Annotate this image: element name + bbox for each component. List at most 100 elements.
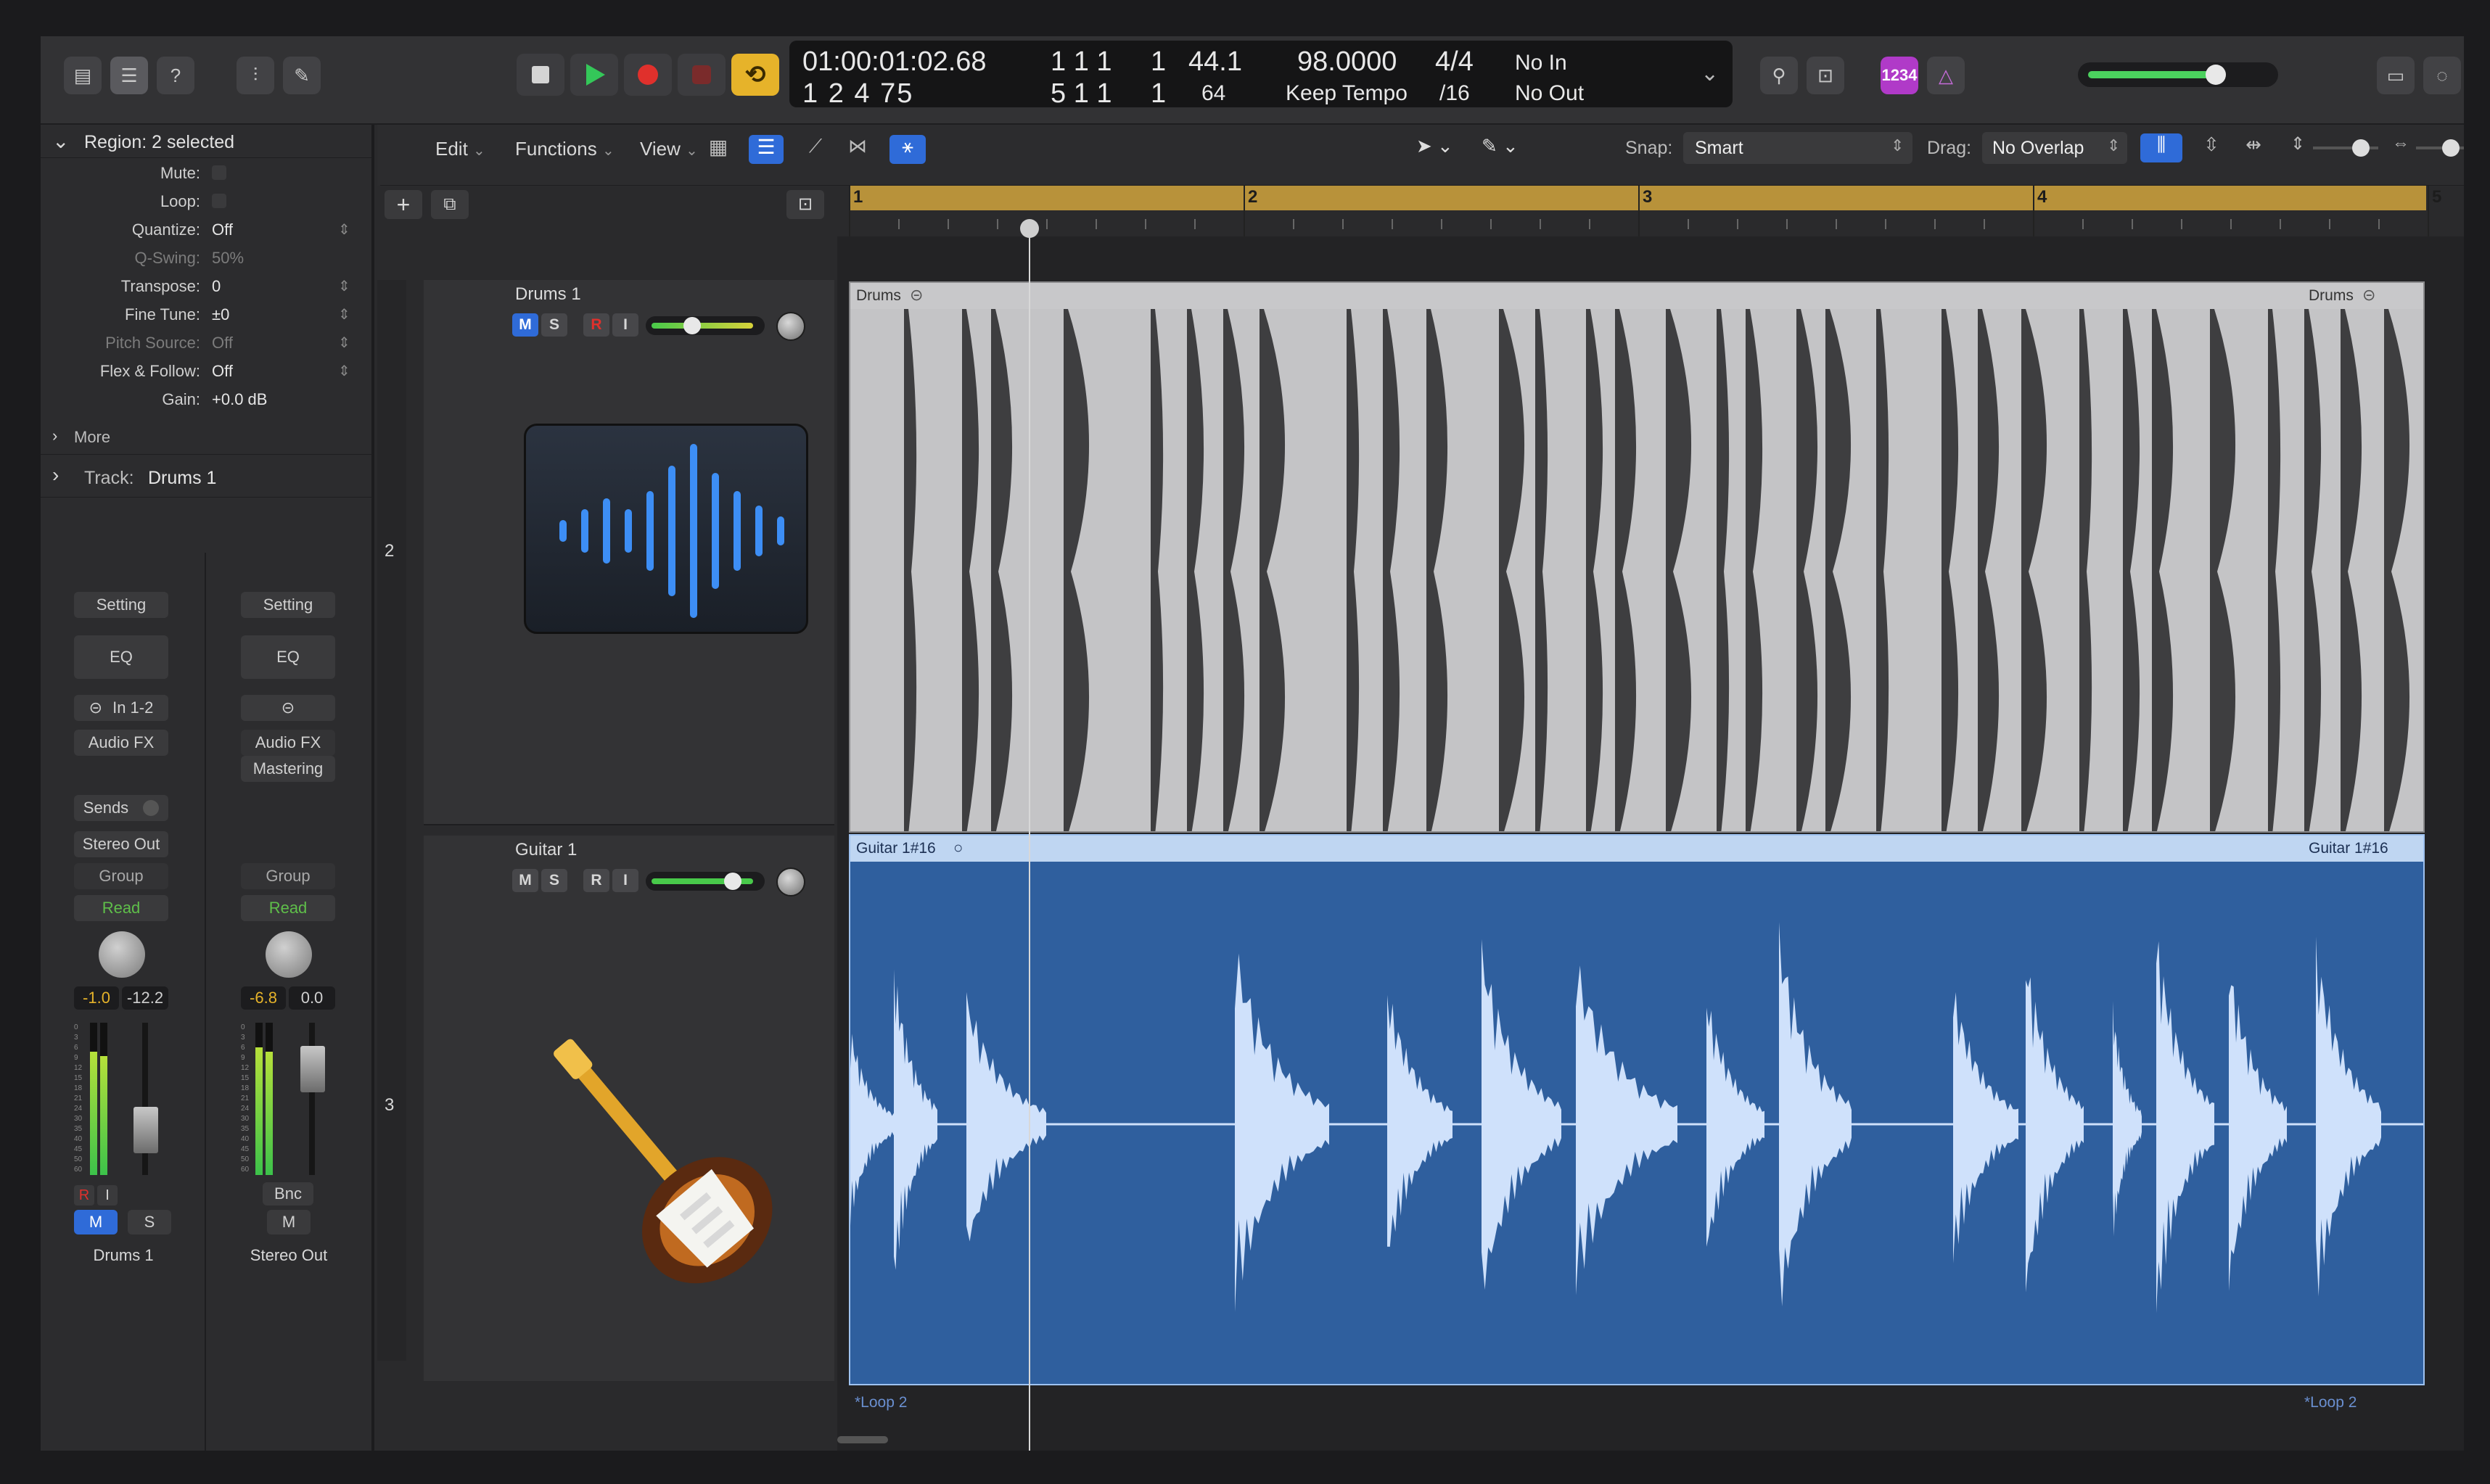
- output-slot[interactable]: Stereo Out: [74, 831, 168, 857]
- mute-button[interactable]: M: [74, 1210, 118, 1234]
- checkbox[interactable]: [212, 194, 226, 208]
- track-volume-slider[interactable]: [646, 316, 765, 335]
- track-name[interactable]: Guitar 1: [515, 840, 577, 860]
- catch-icon[interactable]: ⚹: [889, 135, 926, 164]
- track-header[interactable]: › Track: Drums 1: [41, 454, 371, 498]
- inspector-param-value[interactable]: Off: [212, 220, 233, 239]
- playhead-handle[interactable]: [1020, 219, 1039, 238]
- track-solo-button[interactable]: S: [541, 313, 567, 337]
- track-name[interactable]: Drums 1: [515, 284, 581, 305]
- bounce-button[interactable]: Bnc: [263, 1182, 313, 1205]
- checkbox[interactable]: [212, 165, 226, 180]
- inspector-param-value[interactable]: ±0: [212, 305, 229, 324]
- updown-icon[interactable]: ⇕: [338, 305, 350, 323]
- track-header-drums[interactable]: Drums 1 M S R I: [424, 280, 834, 825]
- record-enable-button[interactable]: R: [74, 1185, 94, 1205]
- pan-knob[interactable]: [99, 931, 145, 978]
- flex-icon[interactable]: ⋈: [842, 135, 874, 164]
- track-volume-slider[interactable]: [646, 872, 765, 891]
- list-view-icon[interactable]: ☰: [749, 135, 784, 164]
- track-pan-knob[interactable]: [776, 312, 805, 341]
- grid-view-icon[interactable]: ▦: [702, 135, 734, 164]
- notes-icon[interactable]: ▭: [2377, 57, 2415, 94]
- drag-dropdown[interactable]: No Overlap ⇕: [1982, 132, 2127, 164]
- vertical-zoom-slider[interactable]: [2313, 139, 2378, 157]
- automation-mode[interactable]: Read: [241, 895, 335, 921]
- global-tracks-icon[interactable]: ⊡: [786, 190, 824, 219]
- eq-button[interactable]: EQ: [241, 635, 335, 679]
- inspector-param-value[interactable]: 0: [212, 277, 221, 296]
- horizontal-fit-icon[interactable]: ⇹: [2238, 133, 2269, 162]
- volume-fader[interactable]: [300, 1046, 325, 1092]
- mixer-icon[interactable]: ⫶: [237, 57, 274, 94]
- chevron-right-icon[interactable]: ›: [52, 463, 59, 487]
- solo-button[interactable]: S: [128, 1210, 171, 1234]
- region-header[interactable]: ⌄ Region: 2 selected: [41, 125, 371, 158]
- pointer-tool-icon[interactable]: ➤ ⌄: [1416, 135, 1463, 164]
- drums-region[interactable]: Drums ⊝ Drums ⊝: [849, 281, 2425, 833]
- add-track-icon[interactable]: +: [385, 190, 422, 219]
- tuner-icon[interactable]: ⚲: [1760, 57, 1798, 94]
- master-volume-slider[interactable]: [2078, 62, 2278, 87]
- sends-slot[interactable]: Sends: [74, 795, 168, 821]
- play-button[interactable]: [570, 54, 618, 96]
- quick-help-icon[interactable]: ?: [157, 57, 194, 94]
- track-input-monitor-button[interactable]: I: [612, 869, 638, 892]
- horizontal-zoom-slider[interactable]: [2416, 139, 2464, 157]
- updown-icon[interactable]: ⇕: [338, 334, 350, 352]
- mute-button[interactable]: M: [267, 1210, 311, 1234]
- lcd-chevron-down-icon[interactable]: ⌄: [1701, 61, 1719, 86]
- inspector-toggle-icon[interactable]: ☰: [110, 57, 148, 94]
- input-slot[interactable]: ⊝ In 1-2: [74, 695, 168, 721]
- setting-button[interactable]: Setting: [241, 592, 335, 618]
- group-slot[interactable]: Group: [74, 863, 168, 889]
- waveform-zoom-icon[interactable]: ⫼: [2140, 133, 2182, 162]
- browser-icon[interactable]: ◌: [2423, 57, 2461, 94]
- track-record-button[interactable]: R: [583, 313, 609, 337]
- inspector-param-value[interactable]: +0.0 dB: [212, 390, 267, 409]
- loop-marker-left[interactable]: *Loop 2: [855, 1394, 907, 1411]
- chevron-right-icon[interactable]: ›: [52, 426, 57, 445]
- track-header-guitar[interactable]: Guitar 1 M S R I: [424, 836, 834, 1381]
- automation-mode[interactable]: Read: [74, 895, 168, 921]
- library-icon[interactable]: ▤: [64, 57, 102, 94]
- audio-fx-slot[interactable]: Audio FX: [74, 730, 168, 756]
- eq-button[interactable]: EQ: [74, 635, 168, 679]
- editors-icon[interactable]: ✎: [283, 57, 321, 94]
- updown-icon[interactable]: ⇕: [338, 220, 350, 239]
- view-menu[interactable]: View ⌄: [640, 138, 698, 160]
- guitar-region[interactable]: Guitar 1#16 ○ Guitar 1#16: [849, 834, 2425, 1385]
- loop-marker-right[interactable]: *Loop 2: [2304, 1394, 2357, 1411]
- updown-icon[interactable]: ⇕: [338, 277, 350, 295]
- track-mute-button[interactable]: M: [512, 313, 538, 337]
- group-slot[interactable]: Group: [241, 863, 335, 889]
- solo-icon[interactable]: ⊡: [1807, 57, 1844, 94]
- snap-dropdown[interactable]: Smart ⇕: [1683, 132, 1912, 164]
- audio-fx-slot[interactable]: Audio FX: [241, 730, 335, 756]
- track-solo-button[interactable]: S: [541, 869, 567, 892]
- edit-menu[interactable]: Edit ⌄: [435, 138, 485, 160]
- setting-button[interactable]: Setting: [74, 592, 168, 618]
- track-mute-button[interactable]: M: [512, 869, 538, 892]
- volume-fader[interactable]: [133, 1107, 158, 1153]
- metronome-icon[interactable]: △: [1927, 57, 1965, 94]
- playhead[interactable]: [1029, 234, 1030, 1451]
- more-row[interactable]: › More: [41, 422, 371, 451]
- inspector-param-value[interactable]: Off: [212, 362, 233, 381]
- vertical-zoom-icon[interactable]: ⇳: [2195, 133, 2227, 162]
- duplicate-track-icon[interactable]: ⧉: [431, 190, 469, 219]
- chevron-down-icon[interactable]: ⌄: [52, 129, 69, 153]
- bar-ruler[interactable]: 1 2 3 4 5: [837, 186, 2464, 236]
- inspector-param-value[interactable]: Off: [212, 334, 233, 353]
- stop-button[interactable]: [517, 54, 564, 96]
- replace-button[interactable]: [678, 54, 726, 96]
- cycle-button[interactable]: ⟲: [731, 54, 779, 96]
- mastering-plugin[interactable]: Mastering: [241, 756, 335, 782]
- volume-knob[interactable]: [724, 873, 741, 890]
- pan-knob[interactable]: [266, 931, 312, 978]
- track-pan-knob[interactable]: [776, 867, 805, 896]
- record-button[interactable]: [624, 54, 672, 96]
- track-input-monitor-button[interactable]: I: [612, 313, 638, 337]
- inspector-param-value[interactable]: 50%: [212, 249, 244, 268]
- master-volume-knob[interactable]: [2206, 65, 2226, 85]
